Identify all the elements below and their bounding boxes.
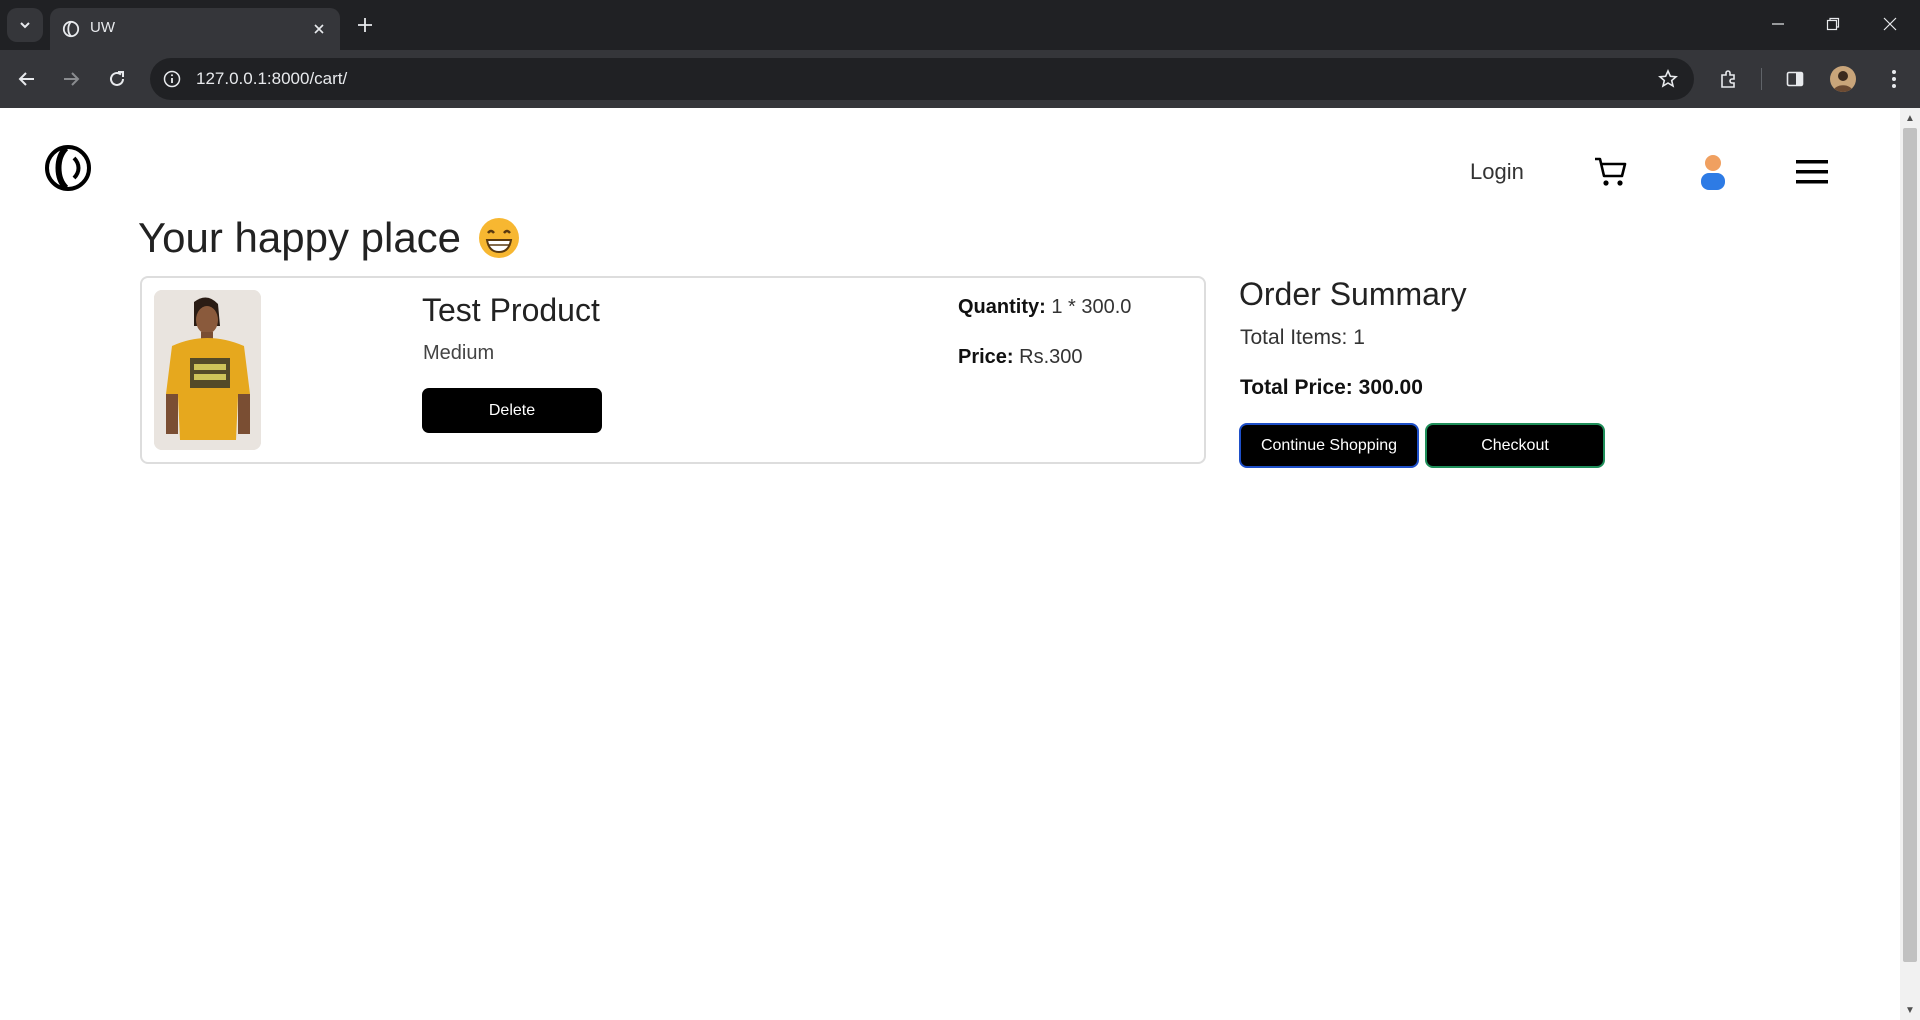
price-line: Price: Rs.300 [958, 346, 1083, 369]
scroll-down-arrow-icon[interactable]: ▼ [1900, 1002, 1920, 1018]
page-title-text: Your happy place [138, 214, 462, 261]
close-icon[interactable] [308, 18, 330, 40]
tab-search-icon[interactable] [7, 8, 43, 42]
user-icon[interactable] [1698, 154, 1728, 190]
site-favicon-icon [62, 20, 80, 38]
price-label: Price: [958, 346, 1014, 368]
restore-icon[interactable] [1813, 8, 1853, 40]
extensions-icon[interactable] [1713, 64, 1743, 94]
product-size: Medium [423, 342, 495, 364]
more-vert-icon[interactable] [1879, 64, 1909, 94]
browser-tabstrip: UW [0, 0, 1920, 50]
checkout-button[interactable]: Checkout [1425, 423, 1605, 468]
reload-icon[interactable] [102, 64, 132, 94]
page-title: Your happy place [138, 214, 521, 262]
site-logo[interactable] [44, 144, 92, 192]
continue-shopping-button[interactable]: Continue Shopping [1239, 423, 1419, 468]
browser-tab[interactable]: UW [50, 8, 340, 50]
profile-avatar[interactable] [1830, 66, 1856, 92]
total-price: Total Price: 300.00 [1240, 376, 1423, 399]
page-scrollbar[interactable]: ▲ ▼ [1900, 108, 1920, 1020]
window-close-icon[interactable] [1870, 8, 1910, 40]
info-icon[interactable] [160, 67, 184, 91]
price-value: Rs.300 [1019, 346, 1083, 368]
product-image[interactable] [154, 290, 261, 450]
tab-title: UW [90, 19, 115, 36]
side-panel-icon[interactable] [1780, 64, 1810, 94]
address-url[interactable]: 127.0.0.1:8000/cart/ [196, 69, 347, 89]
delete-button[interactable]: Delete [422, 388, 602, 433]
star-icon[interactable] [1656, 67, 1680, 91]
address-bar[interactable]: 127.0.0.1:8000/cart/ [150, 58, 1694, 100]
minimize-icon[interactable] [1758, 8, 1798, 40]
scroll-up-arrow-icon[interactable]: ▲ [1900, 110, 1920, 126]
toolbar-divider [1761, 68, 1762, 90]
product-name[interactable]: Test Product [422, 292, 600, 329]
scroll-thumb[interactable] [1903, 128, 1917, 962]
forward-arrow-icon[interactable] [56, 64, 86, 94]
plus-icon[interactable] [352, 12, 378, 38]
hamburger-menu-icon[interactable] [1795, 159, 1829, 185]
total-items: Total Items: 1 [1240, 326, 1365, 349]
quantity-line: Quantity: 1 * 300.0 [958, 296, 1131, 319]
cart-icon[interactable] [1594, 156, 1628, 188]
cart-item-card: Test Product Medium Delete Quantity: 1 *… [140, 276, 1206, 464]
browser-toolbar: 127.0.0.1:8000/cart/ [0, 50, 1920, 108]
quantity-label: Quantity: [958, 296, 1046, 318]
quantity-value: 1 * 300.0 [1051, 296, 1132, 318]
grinning-face-emoji [479, 218, 520, 258]
back-arrow-icon[interactable] [12, 64, 42, 94]
order-summary-title: Order Summary [1239, 276, 1467, 312]
login-link[interactable]: Login [1470, 159, 1524, 185]
